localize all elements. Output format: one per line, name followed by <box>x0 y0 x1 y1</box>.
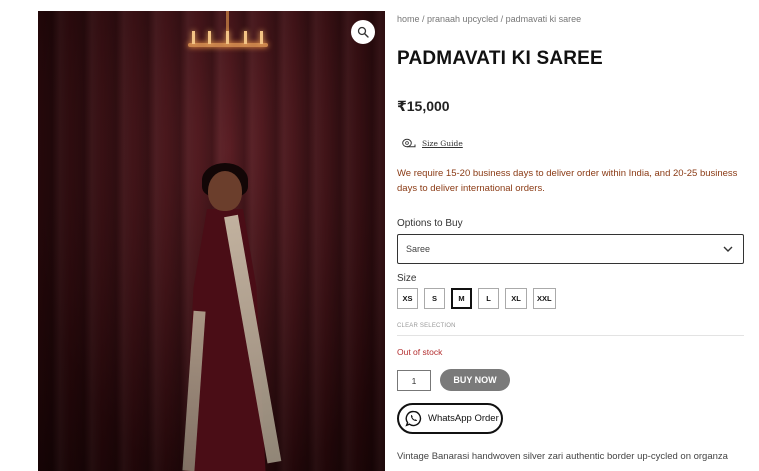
size-option-xl[interactable]: XL <box>505 288 527 309</box>
chevron-down-icon <box>723 246 733 252</box>
chandelier <box>178 11 278 66</box>
divider <box>397 335 744 336</box>
breadcrumb-home[interactable]: home <box>397 14 420 24</box>
delivery-notice: We require 15-20 business days to delive… <box>397 168 738 194</box>
options-label: Options to Buy <box>397 218 463 229</box>
size-option-s[interactable]: S <box>424 288 445 309</box>
size-guide-label: Size Guide <box>422 138 463 148</box>
whatsapp-order-label: WhatsApp Order <box>428 413 499 424</box>
size-option-m[interactable]: M <box>451 288 472 309</box>
product-description: Vintage Banarasi handwoven silver zari a… <box>397 451 728 462</box>
quantity-input[interactable] <box>397 370 431 391</box>
stock-status: Out of stock <box>397 347 443 357</box>
product-price: ₹15,000 <box>397 98 450 114</box>
tape-measure-icon <box>402 138 416 148</box>
zoom-button[interactable] <box>351 20 375 44</box>
options-selected-value: Saree <box>406 244 431 254</box>
breadcrumb-current: padmavati ki saree <box>505 14 582 24</box>
model-in-saree <box>168 161 282 471</box>
breadcrumb-separator: / <box>419 14 428 24</box>
size-option-l[interactable]: L <box>478 288 499 309</box>
breadcrumb-category[interactable]: pranaah upcycled <box>427 14 498 24</box>
clear-selection-link[interactable]: CLEAR SELECTION <box>397 323 456 329</box>
size-label: Size <box>397 273 417 284</box>
whatsapp-icon <box>405 410 422 427</box>
whatsapp-order-button[interactable]: WhatsApp Order <box>397 403 503 434</box>
magnifier-icon <box>357 26 369 38</box>
size-option-xxl[interactable]: XXL <box>533 288 556 309</box>
options-select[interactable]: Saree <box>397 234 744 264</box>
product-image[interactable] <box>38 11 385 471</box>
breadcrumb: home / pranaah upcycled / padmavati ki s… <box>397 14 581 24</box>
buy-now-button[interactable]: BUY NOW <box>440 369 510 391</box>
product-title: PADMAVATI KI SAREE <box>397 48 603 69</box>
breadcrumb-separator: / <box>498 14 506 24</box>
size-swatches: XS S M L XL XXL <box>397 288 556 309</box>
size-option-xs[interactable]: XS <box>397 288 418 309</box>
size-guide-link[interactable]: Size Guide <box>402 138 463 148</box>
